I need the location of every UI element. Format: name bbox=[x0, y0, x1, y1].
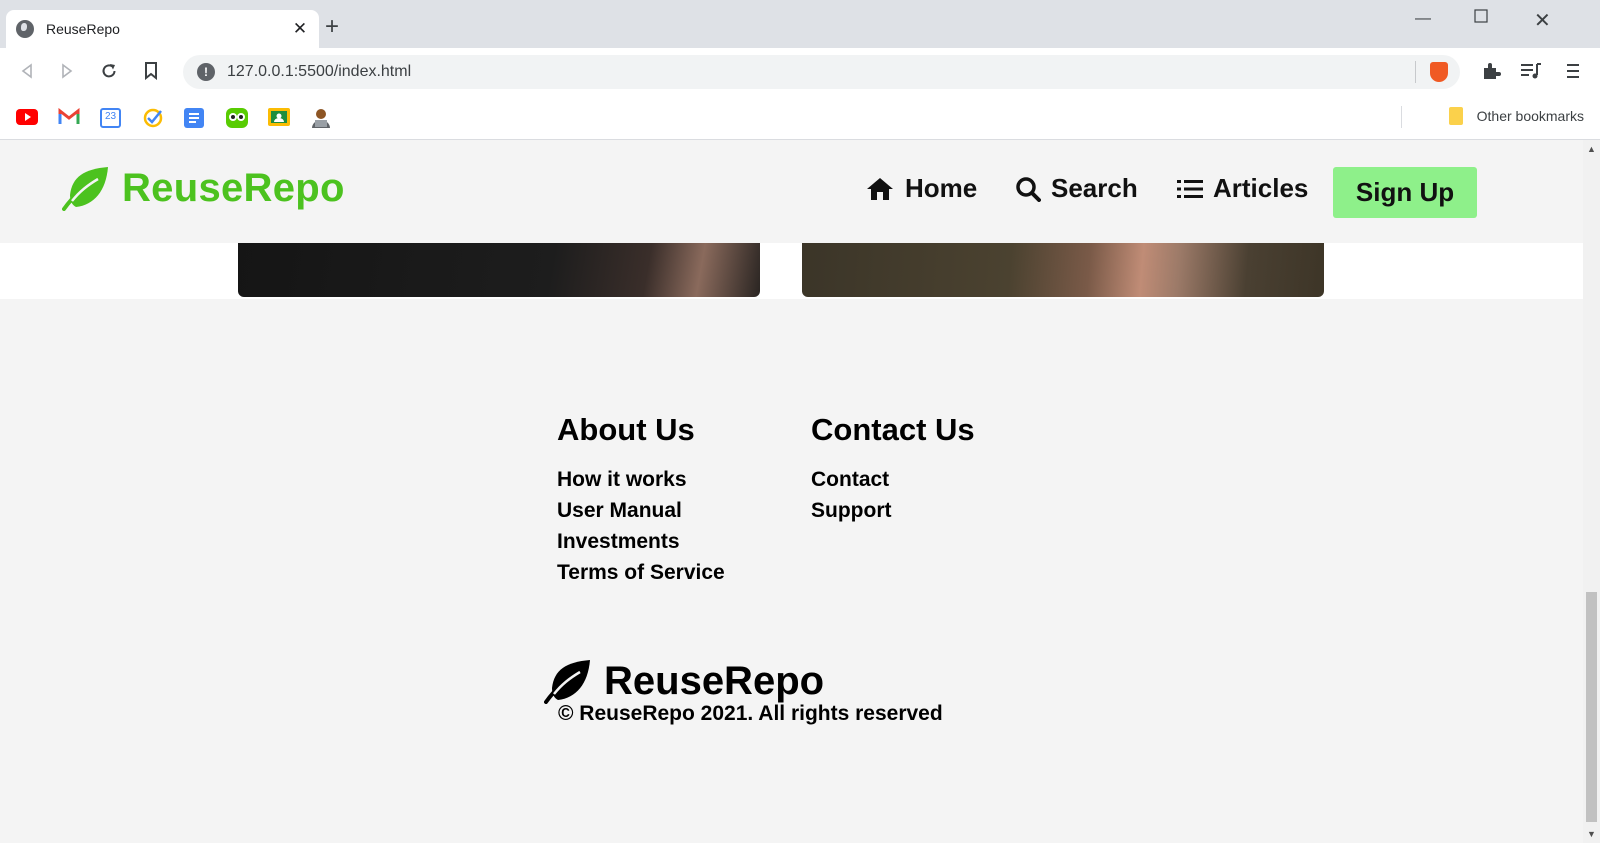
back-icon[interactable] bbox=[14, 58, 40, 84]
browser-tab[interactable]: ReuseRepo ✕ bbox=[6, 10, 319, 48]
bookmarks-bar: 23 Other bookmarks bbox=[0, 94, 1600, 140]
avatar-icon[interactable] bbox=[310, 108, 330, 128]
footer-link-investments[interactable]: Investments bbox=[557, 526, 725, 557]
classroom-icon[interactable] bbox=[268, 108, 290, 126]
scroll-up-icon[interactable]: ▲ bbox=[1587, 144, 1596, 154]
docs-icon[interactable] bbox=[184, 108, 204, 128]
list-icon bbox=[1177, 179, 1203, 198]
page-scrollbar[interactable]: ▲ ▼ bbox=[1583, 140, 1600, 843]
tab-title: ReuseRepo bbox=[46, 21, 120, 37]
calendar-icon[interactable]: 23 bbox=[100, 108, 121, 128]
logo-text: ReuseRepo bbox=[122, 165, 345, 210]
site-logo[interactable]: ReuseRepo bbox=[62, 165, 345, 211]
footer-about-heading: About Us bbox=[557, 412, 695, 447]
footer-logo[interactable]: ReuseRepo bbox=[544, 658, 824, 704]
globe-icon bbox=[16, 20, 34, 38]
nav-articles[interactable]: Articles bbox=[1177, 173, 1308, 204]
search-icon bbox=[1016, 176, 1041, 202]
maximize-icon[interactable] bbox=[1474, 9, 1488, 28]
leaf-icon bbox=[62, 167, 108, 211]
home-icon bbox=[867, 177, 893, 200]
menu-icon[interactable] bbox=[1560, 58, 1586, 84]
leaf-icon bbox=[544, 660, 590, 704]
footer-link-user-manual[interactable]: User Manual bbox=[557, 495, 725, 526]
nav-articles-label: Articles bbox=[1213, 173, 1309, 203]
url-text: 127.0.0.1:5500/index.html bbox=[227, 63, 412, 80]
new-tab-button[interactable]: + bbox=[325, 15, 339, 39]
other-bookmarks-label: Other bookmarks bbox=[1476, 108, 1584, 124]
page-viewport: ReuseRepo Home Search Articles Sign Up A… bbox=[0, 140, 1583, 843]
extensions-icon[interactable] bbox=[1478, 58, 1504, 84]
browser-tab-bar: ReuseRepo ✕ + — ✕ bbox=[0, 0, 1600, 48]
nav-search[interactable]: Search bbox=[1015, 173, 1138, 204]
forward-icon[interactable] bbox=[54, 58, 80, 84]
bookmark-icon[interactable] bbox=[138, 58, 164, 84]
site-header: ReuseRepo Home Search Articles Sign Up bbox=[0, 140, 1583, 243]
omnibox-divider bbox=[1415, 61, 1416, 83]
copyright-text: © ReuseRepo 2021. All rights reserved bbox=[558, 702, 943, 725]
nav-home[interactable]: Home bbox=[865, 173, 977, 204]
gmail-icon[interactable] bbox=[58, 107, 80, 126]
bookmarks-divider bbox=[1401, 106, 1402, 128]
site-info-icon[interactable]: ! bbox=[197, 63, 215, 81]
nav-search-label: Search bbox=[1051, 173, 1138, 203]
tasks-icon[interactable] bbox=[142, 108, 163, 128]
browser-toolbar: ! 127.0.0.1:5500/index.html bbox=[0, 48, 1600, 94]
footer-link-terms[interactable]: Terms of Service bbox=[557, 557, 725, 588]
footer-contact: Contact Us Contact Support bbox=[811, 412, 975, 526]
youtube-icon[interactable] bbox=[16, 109, 38, 125]
footer-link-support[interactable]: Support bbox=[811, 495, 975, 526]
window-close-icon[interactable]: ✕ bbox=[1534, 8, 1551, 33]
folder-icon bbox=[1448, 107, 1463, 125]
scrollbar-thumb[interactable] bbox=[1586, 592, 1597, 822]
other-bookmarks[interactable]: Other bookmarks bbox=[1448, 107, 1584, 125]
footer-contact-heading: Contact Us bbox=[811, 412, 975, 447]
close-tab-icon[interactable]: ✕ bbox=[291, 19, 309, 39]
footer-link-contact[interactable]: Contact bbox=[811, 464, 975, 495]
reload-icon[interactable] bbox=[96, 58, 122, 84]
address-bar[interactable]: ! 127.0.0.1:5500/index.html bbox=[183, 55, 1460, 89]
signup-button[interactable]: Sign Up bbox=[1333, 167, 1477, 218]
media-controls-icon[interactable] bbox=[1518, 58, 1544, 84]
duolingo-icon[interactable] bbox=[226, 108, 248, 128]
nav-home-label: Home bbox=[905, 173, 978, 203]
brave-shields-icon[interactable] bbox=[1430, 62, 1448, 82]
footer-logo-text: ReuseRepo bbox=[604, 658, 825, 703]
minimize-icon[interactable]: — bbox=[1415, 10, 1431, 28]
footer-about: About Us How it works User Manual Invest… bbox=[557, 412, 725, 588]
footer-link-how-it-works[interactable]: How it works bbox=[557, 464, 725, 495]
calendar-date: 23 bbox=[104, 111, 117, 122]
scroll-down-icon[interactable]: ▼ bbox=[1587, 829, 1596, 839]
